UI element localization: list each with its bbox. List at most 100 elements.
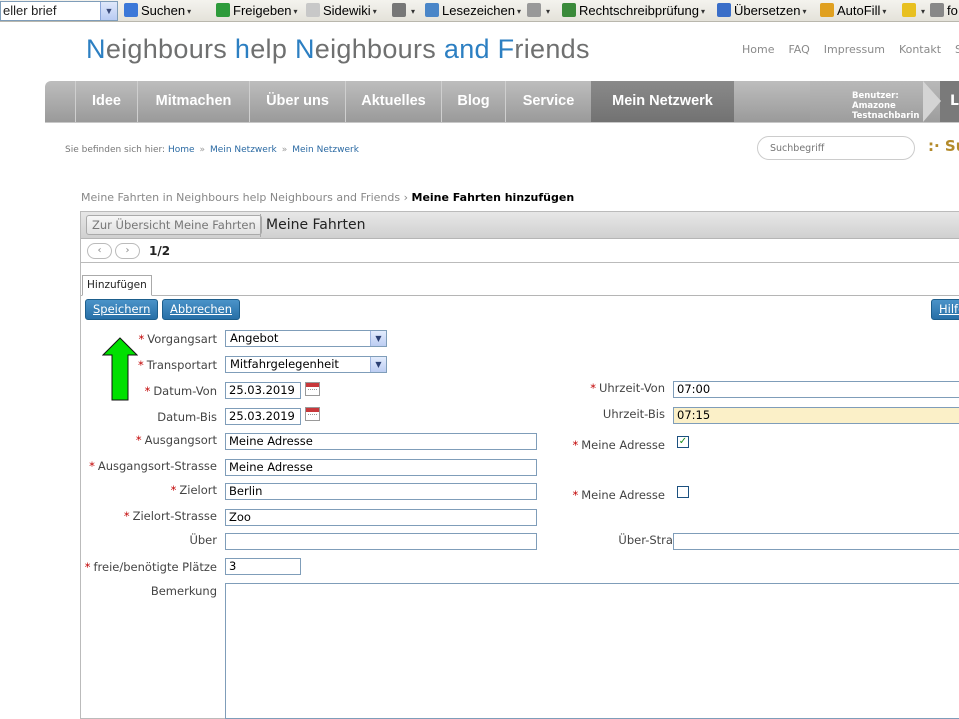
chevron-down-icon[interactable]: ▾ (701, 7, 705, 16)
site-title-part: N (86, 34, 106, 64)
ausgangsort-strasse-label: * Ausgangsort-Strasse (89, 459, 217, 473)
logout-link[interactable]: L (950, 81, 959, 122)
toolbar-item[interactable]: ▾ (527, 3, 550, 20)
nav-item[interactable]: Mitmachen (137, 81, 249, 122)
calendar-icon[interactable] (305, 382, 320, 396)
chevron-down-icon[interactable]: ▾ (411, 7, 415, 16)
toolbar-item[interactable]: fo (930, 3, 958, 19)
nav-item[interactable]: Idee (75, 81, 137, 122)
breadcrumb-link[interactable]: Mein Netzwerk (210, 145, 277, 155)
breadcrumb-link[interactable]: Mein Netzwerk (292, 145, 359, 155)
chevron-down-icon[interactable]: ▾ (546, 7, 550, 16)
header-divider (260, 214, 261, 237)
top-link[interactable]: Kontakt (899, 43, 941, 56)
toolbar-item[interactable]: Übersetzen ▾ (717, 3, 807, 20)
uhrzeit-bis-input[interactable]: 07:15 (673, 407, 959, 424)
toolbar-item[interactable]: Suchen ▾ (124, 3, 191, 20)
toolbar-item[interactable]: Freigeben ▾ (216, 3, 298, 20)
toolbar-item[interactable]: Sidewiki ▾ (306, 3, 377, 20)
toolbar-item-label: Übersetzen (734, 3, 801, 18)
meine-adresse-1-checkbox[interactable]: ✓ (677, 436, 689, 448)
share-icon (216, 3, 230, 17)
search-input[interactable] (757, 136, 915, 160)
help-button-label: Hilfe (939, 302, 959, 316)
toolbar-item[interactable]: ▾ (392, 3, 415, 20)
transportart-value: Mitfahrgelegenheit (230, 357, 339, 371)
site-title-part: riends (514, 34, 590, 64)
ausgangsort-label: * Ausgangsort (135, 433, 217, 447)
cancel-button[interactable]: Abbrechen (162, 299, 240, 320)
ausgangsort-input[interactable]: Meine Adresse (225, 433, 537, 450)
chevron-down-icon[interactable]: ▾ (187, 7, 191, 16)
nav-item[interactable]: Über uns (249, 81, 345, 122)
nav-item[interactable]: Mein Netzwerk (591, 81, 734, 122)
chevron-down-icon[interactable]: ▾ (294, 7, 298, 16)
datum-von-input[interactable]: 25.03.2019 (225, 382, 301, 399)
star-icon (425, 3, 439, 17)
toolbar-item-label: Rechtschreibprüfung (579, 3, 699, 18)
nav-item[interactable]: Blog (441, 81, 505, 122)
user-box[interactable]: Benutzer: Amazone Testnachbarin L (810, 81, 959, 122)
transportart-select[interactable]: Mitfahrgelegenheit ▼ (225, 356, 387, 373)
site-title-part: elp (250, 34, 295, 64)
toolbar-search-combo[interactable]: eller brief ▼ (0, 1, 118, 21)
help-button[interactable]: Hilfe (931, 299, 959, 320)
nav-item[interactable]: Aktuelles (345, 81, 441, 122)
toolbar-item-label: Freigeben (233, 3, 292, 18)
toolbar-item[interactable]: Lesezeichen ▾ (425, 3, 521, 20)
back-button-label: Zur Übersicht Meine Fahrten (92, 218, 256, 232)
top-link[interactable]: FAQ (788, 43, 809, 56)
toolbar-item-label: Lesezeichen (442, 3, 515, 18)
chevron-down-icon[interactable]: ▾ (882, 7, 886, 16)
zielort-input[interactable]: Berlin (225, 483, 537, 500)
site-title[interactable]: Neighbours help Neighbours and Friends (86, 34, 590, 65)
calendar-icon[interactable] (305, 407, 320, 421)
zielort-strasse-input[interactable]: Zoo (225, 509, 537, 526)
vorgangsart-select[interactable]: Angebot ▼ (225, 330, 387, 347)
top-link[interactable]: S (955, 43, 959, 56)
uhrzeit-von-input[interactable]: 07:00 (673, 381, 959, 398)
toolbar-item[interactable]: ▾ (902, 3, 925, 20)
translate-icon (717, 3, 731, 17)
back-to-overview-button[interactable]: Zur Übersicht Meine Fahrten (86, 215, 262, 235)
meine-adresse-2-checkbox[interactable] (677, 486, 689, 498)
pager-next-button[interactable]: › (115, 243, 140, 259)
ueber-input[interactable] (225, 533, 537, 550)
main-navigation: Idee Mitmachen Über uns Aktuelles Blog Servic… (45, 81, 959, 122)
chevron-down-icon[interactable]: ▾ (921, 7, 925, 16)
vorgangsart-value: Angebot (230, 331, 279, 345)
page-crumb-current: Meine Fahrten hinzufügen (411, 191, 575, 204)
save-button[interactable]: Speichern (85, 299, 159, 320)
chevron-down-icon[interactable]: ▾ (373, 7, 377, 16)
bemerkung-textarea[interactable] (225, 583, 959, 719)
site-title-part: F (497, 34, 515, 64)
chevron-down-icon[interactable]: ▾ (517, 7, 521, 16)
tab-hinzufuegen[interactable]: Hinzufügen (82, 275, 152, 296)
toolbar-item-label: Sidewiki (323, 3, 371, 18)
pager-prev-button[interactable]: ‹ (87, 243, 112, 259)
top-link[interactable]: Impressum (824, 43, 885, 56)
green-arrow-annotation (102, 337, 138, 401)
ausgangsort-strasse-input[interactable]: Meine Adresse (225, 459, 537, 476)
datum-bis-input[interactable]: 25.03.2019 (225, 408, 301, 425)
site-title-part: N (294, 34, 315, 64)
nav-item[interactable]: Service (505, 81, 591, 122)
chevron-down-icon[interactable]: ▾ (802, 7, 806, 16)
datum-von-label: * Datum-Von (144, 384, 217, 398)
top-link[interactable]: Home (742, 43, 774, 56)
meine-adresse-1-label: * Meine Adresse (572, 438, 665, 452)
toolbar-item[interactable]: Rechtschreibprüfung ▾ (562, 3, 705, 20)
ueber-label: Über (189, 533, 217, 547)
ueber-strasse-input[interactable] (673, 533, 959, 550)
toolbar-item[interactable]: AutoFill ▾ (820, 3, 886, 20)
uhrzeit-bis-label: Uhrzeit-Bis (602, 407, 665, 421)
top-links: Home FAQ Impressum Kontakt S (742, 43, 959, 56)
plaetze-input[interactable]: 3 (225, 558, 301, 575)
search-button[interactable]: :· Su (928, 137, 959, 155)
site-title-part: eighbours (105, 34, 235, 64)
breadcrumb-link[interactable]: Home (168, 145, 195, 155)
nav-divider (45, 122, 959, 123)
uhrzeit-von-label: * Uhrzeit-Von (590, 381, 665, 395)
page-crumb-parent[interactable]: Meine Fahrten in Neighbours help Neighbo… (81, 191, 400, 204)
chevron-down-icon[interactable]: ▼ (100, 2, 117, 20)
